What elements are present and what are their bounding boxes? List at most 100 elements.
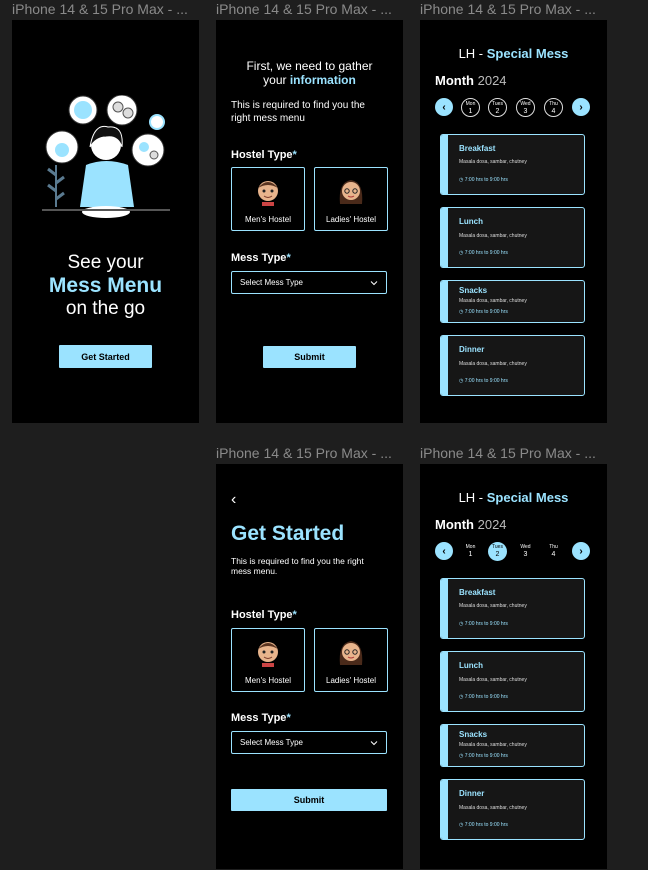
ladies-hostel-card[interactable]: Ladies' Hostel xyxy=(314,628,388,692)
mens-hostel-card[interactable]: Men's Hostel xyxy=(231,628,305,692)
chevron-down-icon xyxy=(370,281,378,286)
meal-accent-bar xyxy=(441,652,448,711)
select-value: Select Mess Type xyxy=(240,738,303,747)
menu-screen-monday: LH - Special Mess Month 2024 ‹ Mon 1 Tues… xyxy=(420,20,607,423)
chevron-down-icon xyxy=(370,741,378,746)
day-wed[interactable]: Wed 3 xyxy=(516,98,535,117)
meal-time: ◷ 7:00 hrs to 9:00 hrs xyxy=(459,621,508,627)
mess-type-select[interactable]: Select Mess Type xyxy=(231,271,387,294)
meal-time: ◷ 7:00 hrs to 9:00 hrs xyxy=(459,694,508,700)
back-button[interactable]: ‹ xyxy=(231,491,236,509)
onboarding-screen: See your Mess Menu on the go Get Started xyxy=(12,20,199,423)
chevron-right-icon: › xyxy=(579,101,583,113)
memoji-woman-icon xyxy=(339,180,363,204)
meal-accent-bar xyxy=(441,281,448,322)
hostel-type-label: Hostel Type* xyxy=(231,149,297,161)
menu-screen-tuesday: LH - Special Mess Month 2024 ‹ Mon 1 Tues… xyxy=(420,464,607,869)
clock-icon: ◷ xyxy=(459,694,464,700)
meal-card-snacks[interactable]: Snacks Masala dosa, sambar, chutney ◷ 7:… xyxy=(440,280,585,323)
headline-line1: See your xyxy=(67,252,144,273)
frame-label: iPhone 14 & 15 Pro Max - ... xyxy=(216,1,392,17)
meal-card-breakfast[interactable]: Breakfast Masala dosa, sambar, chutney ◷… xyxy=(440,578,585,639)
get-started-button[interactable]: Get Started xyxy=(59,345,152,368)
meal-time: ◷ 7:00 hrs to 9:00 hrs xyxy=(459,309,508,315)
meal-name: Snacks xyxy=(459,286,488,295)
frame-label: iPhone 14 & 15 Pro Max - ... xyxy=(420,1,596,17)
ladies-hostel-card[interactable]: Ladies' Hostel xyxy=(314,167,388,231)
headline-line2: Mess Menu xyxy=(48,274,163,297)
information-screen: First, we need to gather your informatio… xyxy=(216,20,403,423)
next-day-button[interactable]: › xyxy=(572,542,590,560)
day-tues[interactable]: Tues 2 xyxy=(488,98,507,117)
heading-prefix: your xyxy=(263,73,290,87)
chevron-right-icon: › xyxy=(579,545,583,557)
select-value: Select Mess Type xyxy=(240,278,303,287)
meal-time: ◷ 7:00 hrs to 9:00 hrs xyxy=(459,822,508,828)
meal-card-lunch[interactable]: Lunch Masala dosa, sambar, chutney ◷ 7:0… xyxy=(440,207,585,268)
submit-button[interactable]: Submit xyxy=(263,346,356,368)
meal-accent-bar xyxy=(441,208,448,267)
clock-icon: ◷ xyxy=(459,753,464,759)
mens-hostel-label: Men's Hostel xyxy=(245,215,291,224)
prev-day-button[interactable]: ‹ xyxy=(435,542,453,560)
submit-button[interactable]: Submit xyxy=(231,789,387,811)
subtext: This is required to find you the right m… xyxy=(231,556,364,576)
meal-desc: Masala dosa, sambar, chutney xyxy=(459,159,527,165)
memoji-man-icon xyxy=(258,642,278,667)
prev-day-button[interactable]: ‹ xyxy=(435,98,453,116)
meal-accent-bar xyxy=(441,135,448,194)
meal-desc: Masala dosa, sambar, chutney xyxy=(459,361,527,367)
heading-line1: First, we need to gather xyxy=(246,59,373,73)
meal-name: Dinner xyxy=(459,789,485,798)
mens-hostel-label: Men's Hostel xyxy=(245,676,291,685)
meal-accent-bar xyxy=(441,336,448,395)
heading-line2: your information xyxy=(216,73,403,87)
memoji-woman-icon xyxy=(339,641,363,665)
mess-title: LH - Special Mess xyxy=(458,46,569,61)
ladies-hostel-label: Ladies' Hostel xyxy=(326,676,376,685)
meal-card-dinner[interactable]: Dinner Masala dosa, sambar, chutney ◷ 7:… xyxy=(440,779,585,840)
frame-label: iPhone 14 & 15 Pro Max - ... xyxy=(12,1,188,17)
page-title: Get Started xyxy=(231,522,345,545)
meal-card-lunch[interactable]: Lunch Masala dosa, sambar, chutney ◷ 7:0… xyxy=(440,651,585,712)
headline-line3: on the go xyxy=(65,298,146,319)
day-mon[interactable]: Mon 1 xyxy=(461,542,480,561)
meal-desc: Masala dosa, sambar, chutney xyxy=(459,603,527,609)
day-thu[interactable]: Thu 4 xyxy=(544,542,563,561)
meal-time: ◷ 7:00 hrs to 9:00 hrs xyxy=(459,378,508,384)
next-day-button[interactable]: › xyxy=(572,98,590,116)
mess-type-select[interactable]: Select Mess Type xyxy=(231,731,387,754)
day-tues[interactable]: Tues 2 xyxy=(488,542,507,561)
chevron-left-icon: ‹ xyxy=(442,101,446,113)
meal-desc: Masala dosa, sambar, chutney xyxy=(459,742,527,748)
meal-accent-bar xyxy=(441,579,448,638)
meal-desc: Masala dosa, sambar, chutney xyxy=(459,805,527,811)
day-mon[interactable]: Mon 1 xyxy=(461,98,480,117)
mess-type-label: Mess Type* xyxy=(231,252,291,264)
illustration xyxy=(42,95,170,218)
meal-name: Breakfast xyxy=(459,588,496,597)
hostel-type-label: Hostel Type* xyxy=(231,609,297,621)
meal-desc: Masala dosa, sambar, chutney xyxy=(459,298,527,304)
clock-icon: ◷ xyxy=(459,822,464,828)
month-heading: Month 2024 xyxy=(435,517,507,532)
mess-type-label: Mess Type* xyxy=(231,712,291,724)
meal-card-snacks[interactable]: Snacks Masala dosa, sambar, chutney ◷ 7:… xyxy=(440,724,585,767)
clock-icon: ◷ xyxy=(459,177,464,183)
meal-card-breakfast[interactable]: Breakfast Masala dosa, sambar, chutney ◷… xyxy=(440,134,585,195)
frame-label: iPhone 14 & 15 Pro Max - ... xyxy=(216,445,392,461)
subtext: This is required to find you the right m… xyxy=(231,100,365,124)
meal-time: ◷ 7:00 hrs to 9:00 hrs xyxy=(459,177,508,183)
meal-name: Lunch xyxy=(459,661,483,670)
meal-time: ◷ 7:00 hrs to 9:00 hrs xyxy=(459,753,508,759)
meal-accent-bar xyxy=(441,780,448,839)
month-heading: Month 2024 xyxy=(435,73,507,88)
meal-desc: Masala dosa, sambar, chutney xyxy=(459,677,527,683)
meal-card-dinner[interactable]: Dinner Masala dosa, sambar, chutney ◷ 7:… xyxy=(440,335,585,396)
day-thu[interactable]: Thu 4 xyxy=(544,98,563,117)
meal-name: Lunch xyxy=(459,217,483,226)
mess-title: LH - Special Mess xyxy=(458,490,569,505)
clock-icon: ◷ xyxy=(459,250,464,256)
day-wed[interactable]: Wed 3 xyxy=(516,542,535,561)
mens-hostel-card[interactable]: Men's Hostel xyxy=(231,167,305,231)
